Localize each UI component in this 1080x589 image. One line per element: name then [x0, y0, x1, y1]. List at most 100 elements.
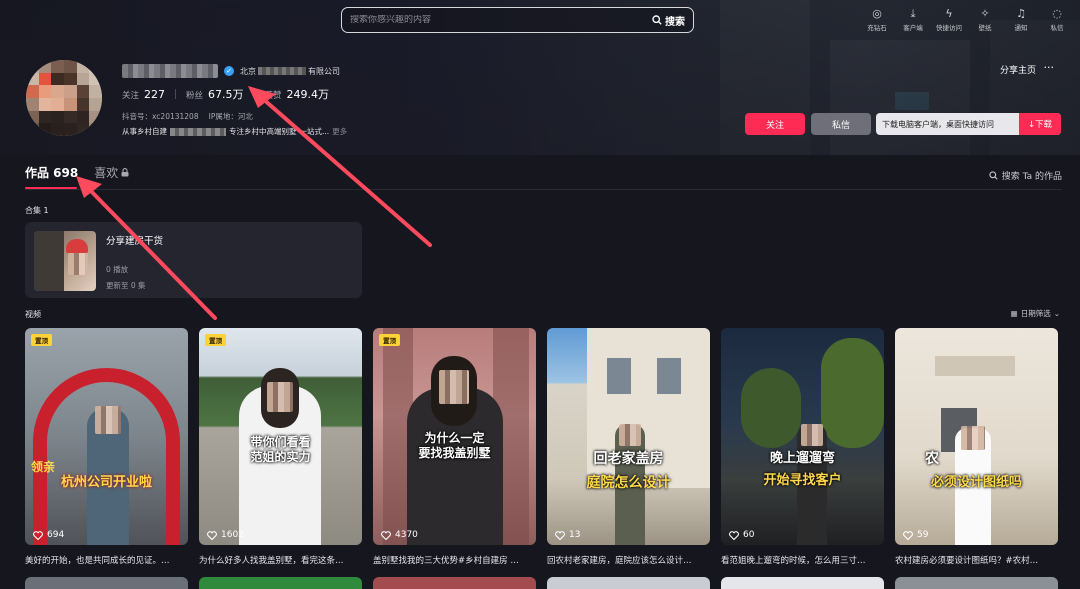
nav-label: 客户端: [903, 24, 923, 32]
videos-label: 视频: [25, 310, 41, 319]
share-profile-button[interactable]: 分享主页: [1000, 63, 1036, 76]
date-filter-label: 日期筛选: [1020, 309, 1051, 318]
video-card-partial[interactable]: [199, 577, 362, 589]
tab-likes-label: 喜欢: [94, 166, 119, 180]
followers-value: 67.5万: [208, 88, 244, 101]
search-user-works-label: 搜索 Ta 的作品: [1001, 172, 1062, 182]
wallpaper-icon: ✧: [980, 7, 990, 20]
tree: [741, 368, 801, 448]
likes-count: 4370: [395, 530, 418, 540]
video-thumbnail: 置顶 领亲 杭州公司开业啦 694: [25, 328, 188, 545]
video-card[interactable]: 晚上遛遛弯 开始寻找客户 60 看范姐晚上遛弯的时候，怎么用三寸…: [721, 328, 884, 566]
pixelated-face: [267, 382, 293, 412]
stat-divider: [175, 89, 177, 99]
video-card[interactable]: 置顶 带你们看看 范姐的实力 1602 为什么好多人找我盖别墅，看完这条…: [199, 328, 362, 566]
org-pixelated: [258, 67, 306, 75]
bio-more-link[interactable]: 更多: [332, 126, 347, 137]
caption-line-2: 范姐的实力: [250, 450, 311, 464]
video-card-partial[interactable]: [895, 577, 1058, 589]
download-button[interactable]: ↓下载: [1019, 113, 1061, 135]
more-options-icon[interactable]: ···: [1044, 61, 1055, 74]
pixelated-face: [801, 424, 823, 446]
follow-button[interactable]: 关注: [745, 113, 805, 135]
video-card-partial[interactable]: [373, 577, 536, 589]
download-client-banner: 下载电脑客户端，桌面快捷访问 ↓下载: [876, 113, 1061, 135]
nav-label: 通知: [1014, 24, 1028, 32]
bio-text-start: 从事乡村自建: [122, 127, 167, 136]
tab-likes[interactable]: 喜欢: [94, 164, 129, 181]
search-input[interactable]: [350, 15, 652, 25]
search-button[interactable]: 搜索: [652, 13, 685, 28]
video-card-partial[interactable]: [547, 577, 710, 589]
nav-recharge[interactable]: ◎ 充钻石: [864, 7, 890, 32]
collection-thumb-face: [68, 253, 88, 275]
video-thumbnail: 农 必须设计图纸吗 59: [895, 328, 1058, 545]
collection-title: 分享建房干货: [106, 236, 164, 247]
caption-line-2: 要找我盖别墅: [418, 446, 491, 460]
video-card[interactable]: 农 必须设计图纸吗 59 农村建房必须要设计图纸吗？#农村…: [895, 328, 1058, 566]
heart-icon: [207, 530, 217, 540]
video-caption: 为什么一定 要找我盖别墅: [373, 431, 536, 461]
search-icon: [652, 15, 662, 25]
nav-quick-access[interactable]: ϟ 快捷访问: [936, 7, 962, 32]
top-nav: ◎ 充钻石 ⤓ 客户端 ϟ 快捷访问 ✧ 壁纸 ♫ 通知 ◌ 私信: [864, 7, 1070, 32]
building-window: [657, 358, 681, 394]
likes-value: 249.4万: [286, 88, 330, 101]
caption-line-1: 回老家盖房: [593, 451, 664, 467]
caption-line-1: 为什么一定: [424, 431, 485, 445]
pixelated-face: [95, 406, 121, 434]
video-card-partial[interactable]: [25, 577, 188, 589]
caption-line-2: 开始寻找客户: [763, 473, 842, 489]
video-thumbnail: 回老家盖房 庭院怎么设计 13: [547, 328, 710, 545]
profile-name-pixelated: [122, 64, 218, 78]
collection-info: 分享建房干货 0 播放 更新至 0 集: [106, 231, 164, 290]
video-title: 美好的开始，也是共同成长的见证。…: [25, 556, 170, 566]
chat-icon: ◌: [1052, 7, 1062, 20]
following-stat[interactable]: 关注 227: [122, 88, 165, 101]
account-id: 抖音号：xc20131208: [122, 112, 199, 121]
pinned-badge: 置顶: [31, 334, 52, 346]
video-title: 为什么好多人找我盖别墅，看完这条…: [199, 556, 344, 566]
tab-works[interactable]: 作品 698: [25, 164, 78, 181]
heart-icon: [381, 530, 391, 540]
profile-bio: 从事乡村自建 专注乡村中高端别墅 一站式... 更多: [122, 126, 347, 137]
video-likes: 59: [903, 530, 928, 540]
nav-messages[interactable]: ◌ 私信: [1044, 7, 1070, 32]
collection-plays: 0 播放: [106, 265, 129, 274]
date-filter[interactable]: ▦ 日期筛选 ⌄: [1011, 308, 1060, 319]
message-button[interactable]: 私信: [811, 113, 871, 135]
collection-thumb-hat: [66, 239, 88, 253]
search-user-works[interactable]: 搜索 Ta 的作品: [989, 169, 1062, 182]
verified-badge-icon: ✓: [224, 66, 234, 76]
nav-client[interactable]: ⤓ 客户端: [900, 7, 926, 32]
video-grid-row-2: [25, 577, 1058, 589]
likes-stat: 获赞 249.4万: [265, 86, 330, 102]
nav-wallpaper[interactable]: ✧ 壁纸: [972, 7, 998, 32]
bio-pixelated: [170, 127, 226, 136]
video-likes: 60: [729, 530, 754, 540]
video-card-partial[interactable]: [721, 577, 884, 589]
pixelated-face: [619, 424, 641, 446]
tab-divider: [25, 189, 1062, 190]
video-card[interactable]: 回老家盖房 庭院怎么设计 13 回农村老家建房，庭院应该怎么设计…: [547, 328, 710, 566]
pixelated-face: [961, 426, 985, 450]
followers-stat[interactable]: 粉丝 67.5万: [186, 86, 244, 102]
bio-text-end: 一站式...: [299, 127, 330, 136]
download-icon: ⤓: [910, 7, 916, 20]
likes-count: 1602: [221, 530, 244, 540]
org-suffix: 有限公司: [308, 66, 340, 76]
likes-label: 获赞: [264, 91, 282, 101]
nav-notifications[interactable]: ♫ 通知: [1008, 7, 1034, 32]
video-likes: 1602: [207, 530, 244, 540]
video-caption: 农 必须设计图纸吗: [895, 451, 1058, 491]
heart-icon: [33, 530, 43, 540]
search-button-label: 搜索: [665, 16, 685, 28]
video-card[interactable]: 置顶 领亲 杭州公司开业啦 694 美好的开始，也是共同成长的见证。…: [25, 328, 188, 566]
video-likes: 694: [33, 530, 64, 540]
video-caption: 晚上遛遛弯 开始寻找客户: [721, 451, 884, 490]
search-bar[interactable]: 搜索: [341, 7, 694, 33]
bell-icon: ♫: [1016, 7, 1026, 20]
avatar[interactable]: [26, 60, 102, 136]
video-card[interactable]: 置顶 为什么一定 要找我盖别墅 4370 盖别墅找我的三大优势#乡村自建房 …: [373, 328, 536, 566]
collection-card[interactable]: 分享建房干货 0 播放 更新至 0 集: [25, 222, 362, 298]
